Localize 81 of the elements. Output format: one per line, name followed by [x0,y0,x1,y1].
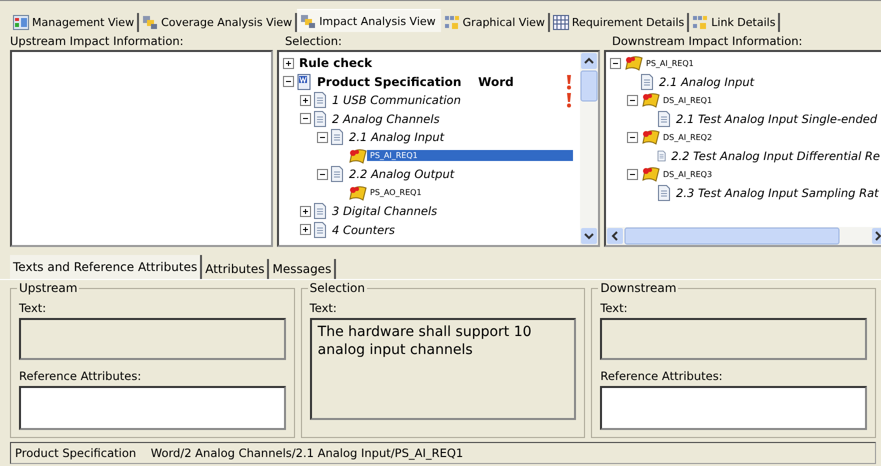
table-icon [552,15,569,30]
pinned-note-icon [347,184,367,201]
pinned-note-icon [640,166,660,182]
pinned-note-icon [640,92,660,108]
expander-toggle[interactable] [627,94,638,106]
tree-item[interactable]: 2 Analog Channels [329,110,443,127]
pinned-note-icon [640,129,660,146]
stacked-windows-icon [300,14,316,28]
expander-toggle[interactable] [283,76,294,88]
tree-item[interactable]: PS_AI_REQ1 [643,58,697,69]
stacked-windows-icon [142,15,158,30]
pinned-note-icon [623,55,643,72]
plus-icon [285,60,292,67]
field-label: Reference Attributes: [600,369,724,383]
expander-toggle[interactable] [627,132,638,143]
page-icon [330,129,344,146]
field-label: Text: [310,301,338,315]
tree-item[interactable]: 2.3 Test Analog Input Sampling Rat [673,184,881,201]
expander-toggle[interactable] [283,58,294,69]
document-icon [296,74,312,90]
field-label: Text: [19,301,48,315]
text-field[interactable]: The hardware shall support 10 analog input channels [310,318,576,420]
expander-toggle[interactable] [300,113,311,124]
page-icon [657,110,671,127]
page-icon [313,222,327,238]
expander-toggle[interactable] [300,94,311,106]
tree-item[interactable]: Rule check [296,55,376,72]
field-label: Text: [600,301,628,315]
tree-item[interactable]: DS_AI_REQ1 [660,94,716,106]
tree-item[interactable]: 3 Digital Channels [329,203,440,220]
pane-heading: Upstream Impact Information: [9,34,185,48]
expander-toggle[interactable] [627,168,638,180]
horizontal-scrollbar[interactable] [606,227,881,245]
reference-field[interactable] [19,386,286,430]
tree-item[interactable]: 2.1 Test Analog Input Single-ended [673,110,880,127]
tree-item[interactable]: 2.1 Analog Input [346,129,448,146]
tree-item[interactable]: 2.2 Test Analog Input Differential Re [668,148,881,164]
page-icon [313,110,327,127]
tree-item[interactable]: 1 USB Communication [329,92,464,108]
tree-item[interactable]: DS_AI_REQ3 [660,168,716,180]
blocks-icon [692,15,708,30]
group-title: Downstream [598,281,678,295]
plus-icon [302,208,309,215]
reference-field[interactable] [600,386,868,430]
pinned-note-icon [347,148,367,164]
page-icon [640,74,654,90]
tree-item[interactable]: 2.1 Analog Input [656,74,758,90]
page-icon [313,203,327,220]
tree-item[interactable]: DS_AI_REQ2 [660,132,716,143]
plus-icon [302,96,309,104]
management-icon [13,15,29,30]
tree-item[interactable]: PS_AO_REQ1 [367,187,425,198]
view-tab[interactable]: Impact Analysis View [297,9,441,32]
tree-item[interactable]: Product Specification Word [314,74,517,90]
view-tab[interactable]: Management View [10,13,140,32]
detail-tab[interactable]: Texts and Reference Attributes [10,255,202,279]
expander-toggle[interactable] [317,132,328,143]
page-icon [313,92,327,108]
group-title: Upstream [17,281,80,295]
expander-toggle[interactable] [300,206,311,217]
vertical-scrollbar[interactable] [580,52,598,245]
page-icon [657,148,666,164]
page-icon [657,184,671,201]
expander-toggle[interactable] [300,224,311,236]
expander-toggle[interactable] [610,58,621,69]
tree-item[interactable]: PS_AI_REQ1 [367,150,573,162]
expander-toggle[interactable] [317,168,328,180]
field-label: Reference Attributes: [19,369,142,383]
pane-heading: Downstream Impact Information: [611,34,804,48]
view-tab[interactable]: Graphical View [440,13,550,32]
detail-tab[interactable]: Attributes [202,259,270,279]
text-field[interactable] [19,318,286,360]
plus-icon [302,226,309,234]
tree-item[interactable]: 2.2 Analog Output [346,166,458,182]
pane-heading: Selection: [284,34,343,48]
status-bar: Product Specification Word/2 Analog Channels/2.1 Analog Input/PS_AI_REQ1 [10,442,876,464]
blocks-icon [444,15,460,30]
tree-item[interactable]: 4 Counters [329,222,398,238]
text-field[interactable] [600,318,868,360]
group-title: Selection [308,281,367,295]
page-icon [330,166,344,182]
